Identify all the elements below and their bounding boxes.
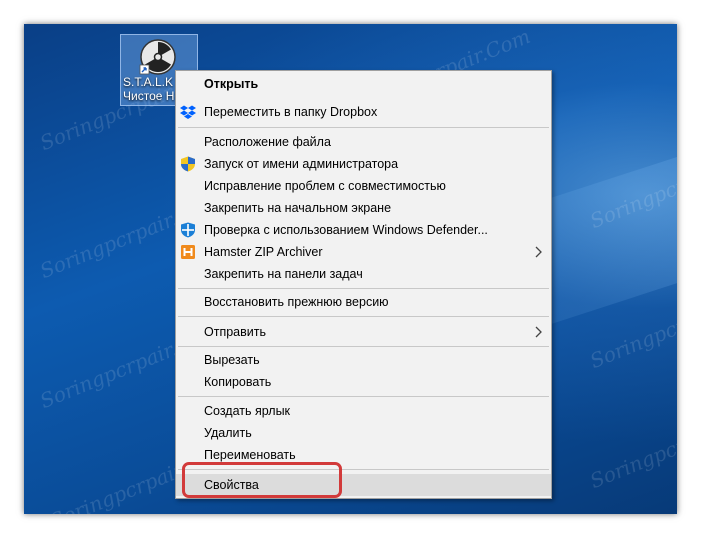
menu-separator — [178, 316, 549, 317]
uac-shield-icon — [181, 156, 195, 172]
menu-item-label: Проверка с использованием Windows Defend… — [204, 223, 488, 237]
menu-item-pin-to-taskbar[interactable]: Закрепить на панели задач — [176, 263, 551, 285]
chevron-right-icon — [535, 246, 542, 258]
menu-item-label: Открыть — [204, 77, 259, 91]
menu-item-move-to-dropbox[interactable]: Переместить в папку Dropbox — [176, 101, 551, 123]
menu-item-label: Создать ярлык — [204, 404, 291, 418]
menu-item-compatibility-troubleshoot[interactable]: Исправление проблем с совместимостью — [176, 175, 551, 197]
menu-item-label: Расположение файла — [204, 135, 331, 149]
menu-item-label: Hamster ZIP Archiver — [204, 245, 323, 259]
menu-item-label: Копировать — [204, 375, 272, 389]
menu-item-label: Запуск от имени администратора — [204, 157, 399, 171]
menu-separator — [178, 127, 549, 128]
watermark: Soringpcrpair.Com — [586, 398, 677, 494]
menu-item-label: Восстановить прежнюю версию — [204, 295, 389, 309]
menu-item-label: Закрепить на панели задач — [204, 267, 363, 281]
menu-item-label: Закрепить на начальном экране — [204, 201, 392, 215]
menu-item-create-shortcut[interactable]: Создать ярлык — [176, 400, 551, 422]
menu-item-defender-scan[interactable]: Проверка с использованием Windows Defend… — [176, 219, 551, 241]
menu-item-cut[interactable]: Вырезать — [176, 349, 551, 371]
menu-item-hamster-zip[interactable]: Hamster ZIP Archiver — [176, 241, 551, 263]
highlight-outline — [182, 462, 342, 498]
menu-item-label: Удалить — [204, 426, 252, 440]
menu-item-label: Вырезать — [204, 353, 260, 367]
menu-item-label: Отправить — [204, 325, 266, 339]
windows-defender-icon — [181, 222, 195, 238]
menu-item-label: Исправление проблем с совместимостью — [204, 179, 446, 193]
menu-item-open[interactable]: Открыть — [176, 73, 551, 95]
menu-item-label: Переместить в папку Dropbox — [204, 105, 378, 119]
radiation-icon — [139, 39, 176, 75]
menu-item-pin-to-start[interactable]: Закрепить на начальном экране — [176, 197, 551, 219]
dropbox-icon — [180, 105, 196, 119]
menu-item-file-location[interactable]: Расположение файла — [176, 131, 551, 153]
chevron-right-icon — [535, 326, 542, 338]
menu-item-send-to[interactable]: Отправить — [176, 321, 551, 343]
menu-item-label: Переименовать — [204, 448, 296, 462]
menu-separator — [178, 346, 549, 347]
menu-item-delete[interactable]: Удалить — [176, 422, 551, 444]
hamster-zip-icon — [181, 245, 195, 259]
menu-item-copy[interactable]: Копировать — [176, 371, 551, 393]
menu-item-restore-previous-version[interactable]: Восстановить прежнюю версию — [176, 291, 551, 313]
menu-item-run-as-admin[interactable]: Запуск от имени администратора — [176, 153, 551, 175]
menu-separator — [178, 288, 549, 289]
context-menu: Открыть Переместить в папку Dropbox Расп… — [175, 70, 552, 499]
menu-separator — [178, 396, 549, 397]
